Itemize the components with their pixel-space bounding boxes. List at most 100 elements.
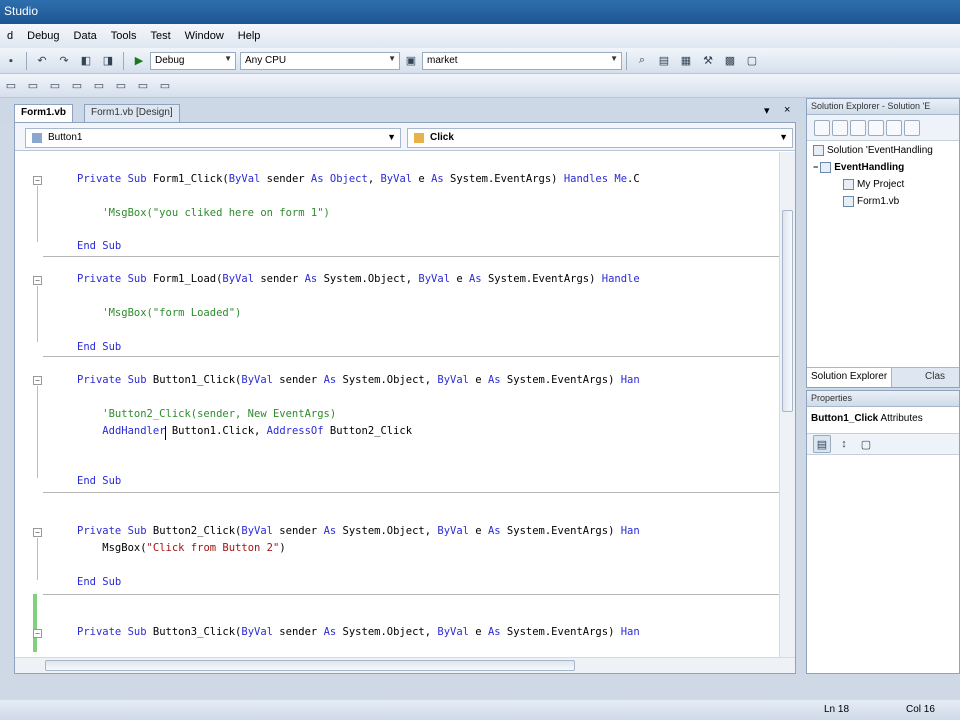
outdent-icon[interactable]: ▭ [24,77,42,95]
close-icon[interactable]: × [784,104,790,116]
code-token: Han [620,374,640,386]
collapse-region-icon[interactable]: − [33,376,42,385]
menu-item-file[interactable]: d [0,30,20,42]
code-token: ByVal [228,173,261,185]
code-token: End Sub [77,240,122,252]
tab-solution-explorer[interactable]: Solution Explorer [807,368,893,387]
find-in-files-icon[interactable]: ▣ [402,52,420,70]
form-icon [843,196,854,207]
redo-icon[interactable]: ↷ [55,52,73,70]
horizontal-scrollbar-thumb[interactable] [45,660,575,671]
menu-item-debug[interactable]: Debug [20,30,66,42]
toolbox-icon[interactable]: ⚒ [699,52,717,70]
collapse-region-icon[interactable]: − [33,276,42,285]
window-title: Studio [4,4,39,18]
code-token: sender [272,626,324,638]
alphabetical-icon[interactable]: ↕ [835,435,853,453]
comment-icon[interactable]: ▭ [46,77,64,95]
show-all-files-icon[interactable] [832,119,848,136]
toolbar-separator [626,51,627,70]
code-token: , [367,173,381,185]
code-token: Private Sub [77,525,147,537]
start-page-icon[interactable]: ▢ [743,52,761,70]
code-token: Han [620,525,640,537]
vertical-scrollbar[interactable] [779,152,795,657]
tab-class-view[interactable]: Clas [921,368,949,387]
code-token: System.Object, [336,525,438,537]
solution-config-select[interactable]: Debug ▼ [150,51,236,70]
clear-bookmarks-icon[interactable]: ▭ [156,77,174,95]
view-code-icon[interactable] [868,119,884,136]
code-token: Private Sub [77,626,147,638]
class-diagram-icon[interactable] [904,119,920,136]
code-token: ByVal [222,273,255,285]
next-bookmark-icon[interactable]: ▭ [134,77,152,95]
collapse-region-icon[interactable]: − [33,176,42,185]
properties-toolbar: ▤ ↕ ▢ [807,433,959,455]
menu-item-data[interactable]: Data [67,30,104,42]
text-editor-toolbar: ▭ ▭ ▭ ▭ ▭ ▭ ▭ ▭ [0,74,960,98]
prev-bookmark-icon[interactable]: ▭ [112,77,130,95]
explorer-tab-strip: Solution Explorer Clas [807,367,959,387]
code-token: System.EventArgs) [500,374,621,386]
find-icon[interactable]: ⌕ [633,52,651,70]
code-line: 'MsgBox("you cliked here on form 1") [77,207,330,219]
properties-icon[interactable]: ▦ [677,52,695,70]
code-token: End Sub [77,576,122,588]
code-token: Private Sub [77,273,147,285]
undo-icon[interactable]: ↶ [33,52,51,70]
code-token: Button1_Click( [146,374,242,386]
properties-icon[interactable] [814,119,830,136]
code-token: System.Object, [317,273,419,285]
code-token: e [468,626,488,638]
navigate-back-icon[interactable]: ◧ [77,52,95,70]
collapse-region-icon[interactable]: − [33,528,42,537]
procedure-separator [43,256,779,257]
code-token: As [487,626,501,638]
view-designer-icon[interactable] [886,119,902,136]
solution-explorer-icon[interactable]: ▤ [655,52,673,70]
collapse-region-icon[interactable]: − [33,629,42,638]
code-token: Han [620,626,640,638]
uncomment-icon[interactable]: ▭ [68,77,86,95]
property-pages-icon[interactable]: ▢ [857,435,875,453]
menu-item-test[interactable]: Test [143,30,177,42]
status-bar: Ln 18 Col 16 [0,700,960,720]
menu-item-window[interactable]: Window [178,30,231,42]
object-browser-icon[interactable]: ▩ [721,52,739,70]
tree-item-solution[interactable]: Solution 'EventHandling [813,145,959,162]
find-combo[interactable]: market ▼ [422,51,622,70]
horizontal-scrollbar[interactable] [15,657,795,673]
indent-icon[interactable]: ▭ [2,77,20,95]
start-debug-icon[interactable]: ▶ [130,52,148,70]
tab-list-dropdown-icon[interactable]: ▾ [764,104,770,117]
tree-item-form1[interactable]: Form1.vb [813,196,959,213]
code-editor[interactable]: Button1 ▼ Click ▼ − − − − − Private Sub … [14,122,796,674]
class-name-combo[interactable]: Button1 ▼ [25,128,401,148]
tree-item-project[interactable]: − EventHandling [813,162,959,179]
tree-item-my-project[interactable]: My Project [813,179,959,196]
code-token: ByVal [241,374,273,386]
save-icon[interactable]: ▪ [2,52,20,70]
menu-item-tools[interactable]: Tools [104,30,144,42]
refresh-icon[interactable] [850,119,866,136]
navigate-forward-icon[interactable]: ◨ [99,52,117,70]
code-token: As [304,273,318,285]
code-token: e [450,273,469,285]
collapse-icon[interactable]: − [813,162,818,172]
menu-item-help[interactable]: Help [231,30,268,42]
code-area[interactable]: − − − − − Private Sub Form1_Click(ByVal … [15,152,779,652]
bookmark-icon[interactable]: ▭ [90,77,108,95]
vertical-scrollbar-thumb[interactable] [782,210,793,412]
tab-form1-code[interactable]: Form1.vb [14,104,74,122]
properties-object-selector[interactable]: Button1_Click Attributes [807,407,959,433]
method-name-combo[interactable]: Click ▼ [407,128,793,148]
code-line: Private Sub Button2_Click(ByVal sender A… [77,525,640,537]
code-token: sender [260,173,311,185]
code-line: AddHandler Button1.Click, AddressOf Butt… [77,425,412,437]
categorized-icon[interactable]: ▤ [813,435,831,453]
solution-explorer-title: Solution Explorer - Solution 'E [807,99,959,115]
platform-select[interactable]: Any CPU ▼ [240,51,400,70]
code-token: End Sub [77,341,122,353]
tab-form1-design[interactable]: Form1.vb [Design] [84,104,180,122]
